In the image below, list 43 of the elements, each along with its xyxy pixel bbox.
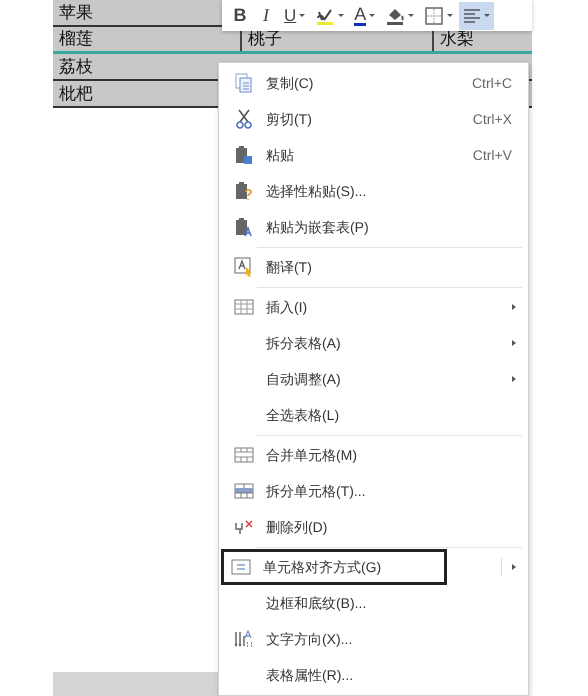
menu-item[interactable]: 全选表格(L) — [221, 397, 350, 433]
bold-button[interactable]: B — [228, 2, 252, 30]
merge-cells-icon — [234, 447, 254, 463]
scissors-icon — [235, 109, 253, 129]
table-cell-text: 榴莲 — [58, 28, 94, 50]
menu-item[interactable]: 合并单元格(M) — [221, 437, 368, 473]
menu-item[interactable]: 表格属性(R)... — [221, 657, 364, 693]
shortcut-label: Ctrl+V — [472, 146, 513, 164]
clipboard-letter-icon — [235, 217, 253, 237]
menu-item[interactable]: 翻译(T) — [221, 249, 323, 285]
italic-button[interactable]: I — [254, 2, 278, 30]
menu-item[interactable]: 插入(I) — [221, 289, 318, 325]
menu-item[interactable]: 边框和底纹(B)... — [221, 585, 378, 621]
menu-item[interactable]: 粘贴 — [221, 137, 305, 173]
menu-item[interactable]: 自动调整(A) — [221, 361, 352, 397]
text-direction-icon — [234, 630, 254, 648]
borders-icon — [424, 6, 444, 26]
split-cells-icon — [234, 483, 254, 499]
table-icon — [234, 299, 254, 315]
align-icon — [463, 8, 482, 24]
font-color-button[interactable]: A — [350, 2, 380, 30]
copy-icon — [235, 73, 253, 93]
clipboard-icon — [235, 145, 253, 165]
menu-item[interactable]: 选择性粘贴(S)... — [221, 173, 378, 209]
menu-item[interactable]: 单元格对齐方式(G) — [221, 549, 447, 585]
shortcut-label: Ctrl+X — [472, 110, 513, 128]
menu-item[interactable]: 删除列(D) — [221, 509, 338, 545]
table-cell-text: 枇杷 — [58, 82, 94, 105]
underline-button[interactable]: U — [280, 2, 310, 30]
menu-item[interactable]: 剪切(T) — [221, 101, 323, 137]
menu-item[interactable]: 文字方向(X)... — [221, 621, 364, 657]
shortcut-label: Ctrl+C — [472, 74, 513, 92]
menu-item[interactable]: 粘贴为嵌套表(P) — [221, 209, 380, 245]
menu-item[interactable]: 拆分单元格(T)... — [221, 473, 377, 509]
clipboard-question-icon — [235, 181, 253, 201]
align-button[interactable] — [459, 2, 494, 30]
menu-item[interactable]: 复制(C) — [221, 65, 324, 101]
delete-column-icon — [234, 519, 254, 535]
menu-item[interactable]: 拆分表格(A) — [221, 325, 352, 361]
table-cell-text: 苹果 — [58, 2, 94, 24]
table-cell-text: 荔枝 — [58, 56, 94, 78]
cell-align-icon — [231, 559, 251, 575]
translate-icon — [234, 257, 254, 277]
